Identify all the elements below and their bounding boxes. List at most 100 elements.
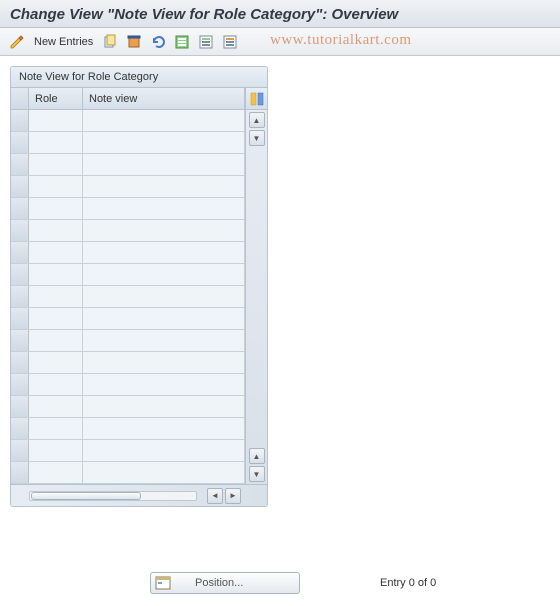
watermark-text: www.tutorialkart.com [270,32,412,49]
table-row [11,418,245,440]
cell-noteview[interactable] [83,462,245,483]
table-row [11,286,245,308]
row-selector[interactable] [11,286,29,307]
row-selector[interactable] [11,440,29,461]
cell-role[interactable] [29,418,83,439]
cell-noteview[interactable] [83,220,245,241]
cell-role[interactable] [29,132,83,153]
scroll-page-down-button[interactable]: ▲ [249,448,265,464]
row-selector[interactable] [11,374,29,395]
table-row [11,462,245,484]
cell-role[interactable] [29,176,83,197]
column-header-noteview[interactable]: Note view [83,88,245,109]
cell-role[interactable] [29,110,83,131]
table-title: Note View for Role Category [11,67,267,88]
cell-noteview[interactable] [83,286,245,307]
row-selector[interactable] [11,220,29,241]
cell-noteview[interactable] [83,132,245,153]
select-block-icon[interactable] [197,33,215,51]
scroll-up-button[interactable]: ▲ [249,112,265,128]
cell-role[interactable] [29,198,83,219]
cell-noteview[interactable] [83,242,245,263]
scroll-down-button[interactable]: ▼ [249,466,265,482]
table-row [11,330,245,352]
cell-noteview[interactable] [83,154,245,175]
position-button[interactable]: Position... [150,572,300,594]
row-selector[interactable] [11,418,29,439]
cell-noteview[interactable] [83,264,245,285]
table-row [11,242,245,264]
row-selector-header[interactable] [11,88,29,109]
cell-noteview[interactable] [83,396,245,417]
row-selector[interactable] [11,154,29,175]
cell-role[interactable] [29,242,83,263]
table-row [11,396,245,418]
cell-role[interactable] [29,220,83,241]
row-selector[interactable] [11,308,29,329]
table-row [11,154,245,176]
deselect-all-icon[interactable] [221,33,239,51]
table-panel: Note View for Role Category Role Note vi… [10,66,268,507]
cell-role[interactable] [29,330,83,351]
table-header-row: Role Note view [11,88,267,110]
toggle-display-change-icon[interactable] [8,33,26,51]
footer: Position... Entry 0 of 0 [0,572,560,594]
cell-role[interactable] [29,352,83,373]
row-selector[interactable] [11,264,29,285]
cell-role[interactable] [29,374,83,395]
delete-icon[interactable] [125,33,143,51]
cell-noteview[interactable] [83,110,245,131]
table-row [11,176,245,198]
cell-role[interactable] [29,440,83,461]
cell-role[interactable] [29,264,83,285]
cell-noteview[interactable] [83,330,245,351]
select-all-icon[interactable] [173,33,191,51]
toolbar: New Entries www.tutorialkart.com [0,28,560,56]
cell-noteview[interactable] [83,198,245,219]
row-selector[interactable] [11,330,29,351]
row-selector[interactable] [11,352,29,373]
scroll-right-button[interactable]: ► [225,488,241,504]
table-row [11,264,245,286]
table-row [11,352,245,374]
row-selector[interactable] [11,132,29,153]
configure-columns-icon[interactable] [245,88,267,109]
entry-status: Entry 0 of 0 [380,577,436,589]
cell-noteview[interactable] [83,374,245,395]
cell-noteview[interactable] [83,308,245,329]
cell-role[interactable] [29,308,83,329]
position-label: Position... [195,577,243,589]
cell-role[interactable] [29,154,83,175]
cell-noteview[interactable] [83,352,245,373]
content-area: Note View for Role Category Role Note vi… [0,56,560,557]
hscroll-thumb[interactable] [31,492,141,500]
scroll-left-button[interactable]: ◄ [207,488,223,504]
undo-change-icon[interactable] [149,33,167,51]
row-selector[interactable] [11,396,29,417]
cell-role[interactable] [29,462,83,483]
cell-noteview[interactable] [83,440,245,461]
position-icon [155,576,171,590]
column-header-role[interactable]: Role [29,88,83,109]
cell-role[interactable] [29,286,83,307]
scroll-page-up-button[interactable]: ▼ [249,130,265,146]
cell-noteview[interactable] [83,418,245,439]
table-row [11,110,245,132]
table-row [11,440,245,462]
row-selector[interactable] [11,242,29,263]
table-row [11,220,245,242]
cell-role[interactable] [29,396,83,417]
vertical-scrollbar[interactable]: ▲ ▼ ▲ ▼ [245,110,267,484]
horizontal-scrollbar[interactable]: ◄ ► [11,484,267,506]
table-row [11,132,245,154]
cell-noteview[interactable] [83,176,245,197]
new-entries-button[interactable]: New Entries [32,36,95,48]
row-selector[interactable] [11,110,29,131]
row-selector[interactable] [11,462,29,483]
copy-as-icon[interactable] [101,33,119,51]
page-header: Change View "Note View for Role Category… [0,0,560,28]
row-selector[interactable] [11,176,29,197]
page-title: Change View "Note View for Role Category… [10,6,550,23]
table-body: ▲ ▼ ▲ ▼ [11,110,267,484]
row-selector[interactable] [11,198,29,219]
